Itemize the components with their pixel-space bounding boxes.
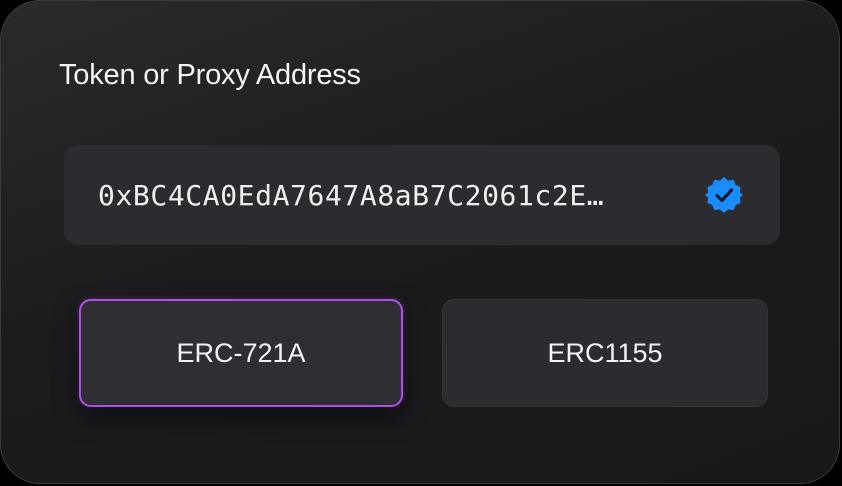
token-address-card: Token or Proxy Address 0xBC4CA0EdA7647A8… — [0, 0, 840, 484]
address-input[interactable]: 0xBC4CA0EdA7647A8aB7C2061c2E… — [64, 145, 780, 245]
option-erc1155-button[interactable]: ERC1155 — [442, 299, 768, 407]
address-label: Token or Proxy Address — [59, 59, 361, 91]
option-erc721a-button[interactable]: ERC-721A — [79, 299, 403, 407]
verified-icon — [705, 177, 743, 213]
address-value[interactable]: 0xBC4CA0EdA7647A8aB7C2061c2E… — [98, 179, 686, 212]
